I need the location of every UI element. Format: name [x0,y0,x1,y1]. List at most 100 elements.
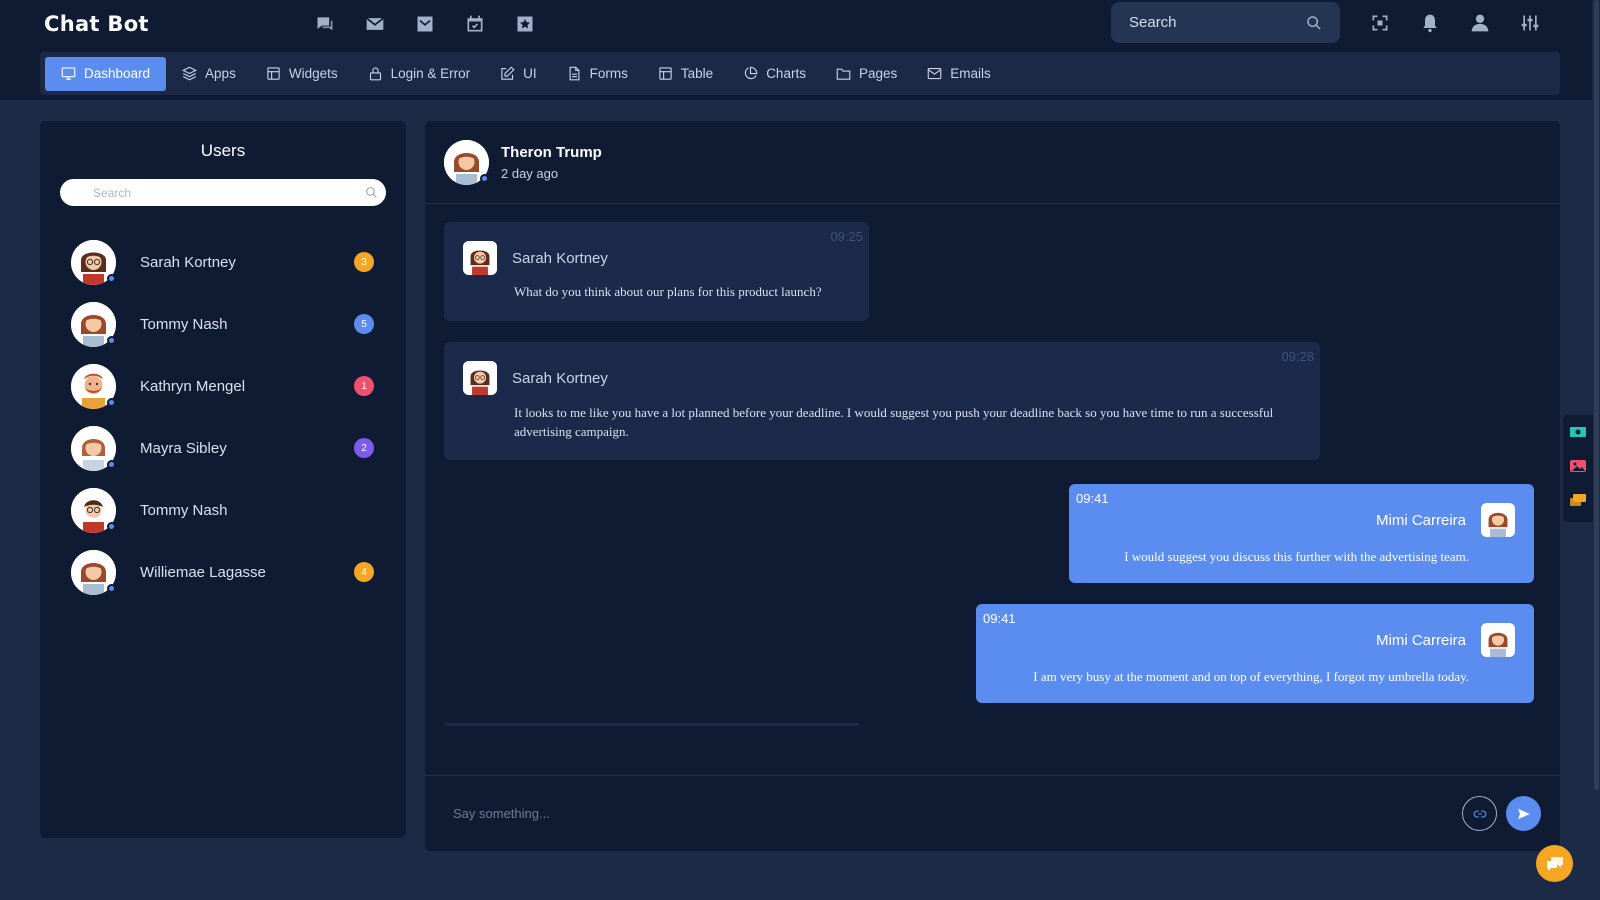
link-icon [1473,810,1486,817]
user-list-item[interactable]: Kathryn Mengel 1 [40,355,406,417]
nav-label: Login & Error [390,66,471,81]
bell-icon[interactable] [1405,10,1455,36]
user-search[interactable] [60,179,386,206]
message-time: 09:41 [983,611,1016,626]
online-indicator [107,335,116,345]
nav-label: UI [523,66,537,81]
message-list: 09:25 Sarah Kortney What do you think ab… [444,222,1534,742]
user-search-input[interactable] [93,185,343,200]
document-icon [569,66,580,81]
nav-label: Forms [589,66,628,81]
side-tools [1563,415,1593,522]
message-sender: Sarah Kortney [512,369,608,387]
online-indicator [107,521,116,531]
chat-header: Theron Trump 2 day ago [425,121,1560,204]
message-input[interactable] [453,806,1462,821]
sender-avatar [463,241,497,275]
header-right-icons [1355,10,1555,36]
nav-login-error[interactable]: Login & Error [354,57,485,91]
unread-badge: 1 [354,376,374,396]
user-list-item[interactable]: Tommy Nash [40,479,406,541]
users-panel: Users Sarah Kortney 3 Tommy Nash 5 [40,121,406,838]
nav-label: Widgets [288,66,338,81]
chat-bubbles-icon[interactable] [300,12,350,36]
image-icon[interactable] [1563,449,1593,483]
message-text: I am very busy at the moment and on top … [1033,669,1469,684]
widget-icon [267,67,280,80]
main-navigation: Dashboard Apps Widgets Login & Error UI … [40,52,1560,95]
layers-icon [182,66,198,81]
nav-widgets[interactable]: Widgets [252,57,352,91]
message-composer [425,775,1560,851]
online-indicator [480,173,489,183]
nav-label: Pages [858,66,898,81]
mail-open-icon[interactable] [400,12,450,36]
pie-chart-icon [745,66,758,80]
unread-badge: 2 [354,438,374,458]
attach-button[interactable] [1462,796,1497,831]
message-sender: Mimi Carreira [1376,631,1466,649]
nav-label: Emails [950,66,991,81]
mail-icon[interactable] [350,12,400,36]
nav-pages[interactable]: Pages [822,57,911,91]
fullscreen-icon[interactable] [1355,10,1405,36]
message-incoming: 09:25 Sarah Kortney What do you think ab… [444,222,869,321]
nav-table[interactable]: Table [644,57,727,91]
scrollbar-thumb[interactable] [1594,0,1599,790]
user-name: Mayra Sibley [140,439,227,457]
nav-label: Charts [766,66,806,81]
message-time: 09:28 [1281,349,1314,364]
folder-icon [836,68,851,80]
header-search[interactable] [1111,2,1340,43]
edit-icon [501,66,515,80]
nav-forms[interactable]: Forms [553,57,642,91]
user-name: Tommy Nash [140,315,228,333]
send-button[interactable] [1506,796,1541,831]
app-title: Chat Bot [44,12,149,36]
header-quick-icons [300,12,550,36]
nav-dashboard[interactable]: Dashboard [45,56,167,91]
message-outgoing: 09:41 Mimi Carreira I would suggest you … [1069,484,1534,583]
user-list-item[interactable]: Tommy Nash 5 [40,293,406,355]
nav-label: Apps [205,66,236,81]
message-time: 09:41 [1076,491,1109,506]
calendar-icon[interactable] [450,12,500,36]
message-text: I would suggest you discuss this further… [1124,549,1469,564]
nav-emails[interactable]: Emails [913,57,1005,91]
avatar [71,549,116,595]
chat-icon[interactable] [1563,483,1593,517]
online-indicator [107,397,116,407]
online-indicator [107,583,116,593]
envelope-icon [927,67,942,80]
top-header: Chat Bot Search Dashboard Apps Widgets L… [0,0,1600,100]
header-search-input[interactable] [1129,14,1299,31]
user-icon[interactable] [1455,10,1505,36]
sender-avatar [463,361,497,395]
nav-charts[interactable]: Charts [729,57,820,91]
unread-badge: 4 [354,562,374,582]
money-icon[interactable] [1563,415,1593,449]
settings-sliders-icon[interactable] [1505,10,1555,36]
page-scrollbar[interactable] [1592,0,1600,900]
search-icon[interactable] [1306,15,1322,31]
contact-avatar[interactable] [444,139,489,185]
message-time: 09:25 [830,229,863,244]
message-outgoing: 09:41 Mimi Carreira I am very busy at th… [976,604,1534,703]
chat-icon [1546,856,1563,871]
message-incoming: 09:28 Sarah Kortney It looks to me like … [444,342,1320,460]
user-list-item[interactable]: Mayra Sibley 2 [40,417,406,479]
nav-apps[interactable]: Apps [168,57,250,91]
user-list: Sarah Kortney 3 Tommy Nash 5 Kathryn Men… [40,231,406,603]
user-name: Sarah Kortney [140,253,236,271]
user-name: Kathryn Mengel [140,377,246,395]
star-icon[interactable] [500,12,550,36]
nav-ui[interactable]: UI [486,57,551,91]
monitor-icon [61,67,76,80]
user-list-item[interactable]: Sarah Kortney 3 [40,231,406,293]
online-indicator [107,459,116,469]
floating-chat-button[interactable] [1536,845,1573,882]
user-name: Williemae Lagasse [140,563,266,581]
search-icon[interactable] [365,186,378,199]
contact-last-seen: 2 day ago [501,165,559,181]
user-list-item[interactable]: Williemae Lagasse 4 [40,541,406,603]
